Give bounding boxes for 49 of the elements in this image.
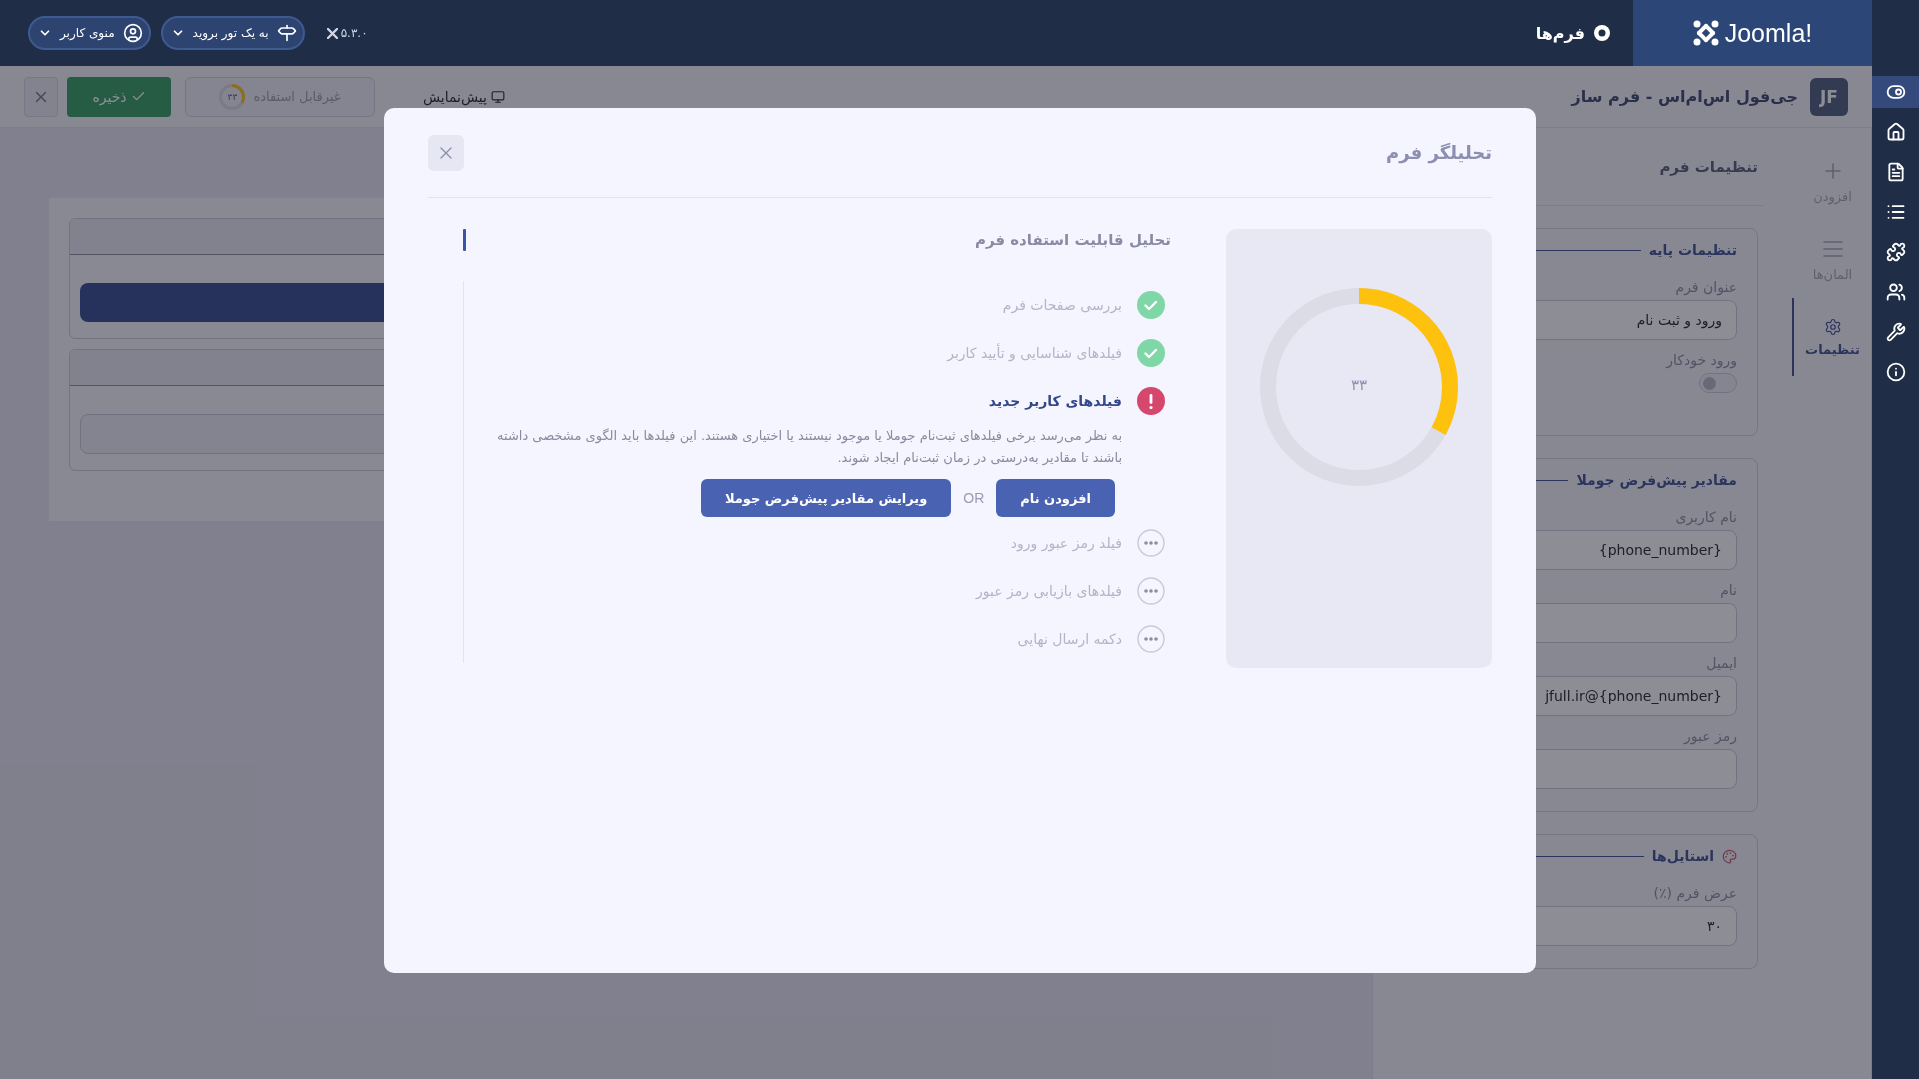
sidebar-button[interactable]: [1872, 76, 1919, 108]
check-title: فیلدهای شناسایی و تأیید کاربر: [947, 345, 1122, 361]
list-icon: [1885, 202, 1906, 222]
section-title: فرم‌ها: [1535, 23, 1585, 43]
check-icon: [1137, 291, 1165, 319]
pending-icon: [1137, 529, 1165, 557]
puzzle-icon: [1885, 242, 1906, 262]
info-icon: [1885, 362, 1906, 382]
action-button[interactable]: افزودن نام: [996, 479, 1115, 517]
dialog-title: تحلیلگر فرم: [1386, 142, 1492, 163]
toggle-switch[interactable]: [1699, 373, 1737, 393]
pending-icon: [1137, 577, 1165, 605]
or-label: OR: [963, 490, 985, 506]
check-title: فیلدهای کاربر جدید: [988, 393, 1122, 409]
users-icon: [1885, 282, 1906, 302]
app-title: جی‌فول اس‌ام‌اس - فرم ساز: [1571, 87, 1798, 106]
scroll-marker: [463, 229, 466, 251]
check-description: به نظر می‌رسد برخی فیلدهای ثبت‌نام جوملا یا موجود نیستند یا اختیاری هستند. این فیلدها باید الگوی مشخصی داشته باشند تا مقادیر به‌درستی در زمان ثبت‌نام ایجاد شوند.: [496, 427, 1122, 468]
app-logo: JF: [1810, 77, 1848, 116]
monitor-icon: [491, 89, 505, 104]
settings-icon: [1823, 317, 1842, 336]
check-title: دکمه ارسال نهایی: [1017, 631, 1122, 647]
record-icon: [1593, 24, 1611, 42]
group-title: استایل‌ها: [1651, 848, 1714, 864]
panel-title: تنظیمات فرم: [1659, 157, 1758, 176]
check-title: بررسی صفحات فرم: [1002, 297, 1122, 313]
signpost-icon: [276, 23, 297, 43]
analysis-title: تحلیل قابلیت استفاده فرم: [974, 231, 1171, 249]
check-title: فیلدهای بازیابی رمز عبور: [975, 583, 1122, 599]
check-icon: [1137, 339, 1165, 367]
wrench-icon: [1885, 322, 1906, 342]
toggle-icon: [1885, 82, 1906, 102]
usability-score: ۳۳: [227, 91, 238, 102]
action-button[interactable]: ویرایش مقادیر پیش‌فرض جوملا: [700, 479, 952, 517]
menu-button[interactable]: منوی کاربر: [28, 16, 151, 50]
joomla-logo-icon: [1692, 20, 1719, 46]
home-icon: [1885, 122, 1906, 142]
brand-name: Joomla!: [1724, 18, 1813, 48]
user-icon: [122, 23, 143, 43]
file-icon: [1885, 162, 1906, 182]
group-title: تنظیمات پایه: [1648, 242, 1737, 258]
pending-icon: [1137, 625, 1165, 653]
preview-button[interactable]: پیش‌نمایش: [417, 87, 511, 106]
check-title: فیلد رمز عبور ورود: [1010, 535, 1122, 551]
score-value: ۳۳: [1350, 376, 1368, 395]
group-title: مقادیر پیش‌فرض جوملا: [1576, 472, 1737, 488]
alert-icon: [1137, 387, 1165, 415]
version-label: ۵.۳.۰: [340, 26, 368, 40]
menu-button[interactable]: به یک تور بروید: [160, 16, 305, 50]
